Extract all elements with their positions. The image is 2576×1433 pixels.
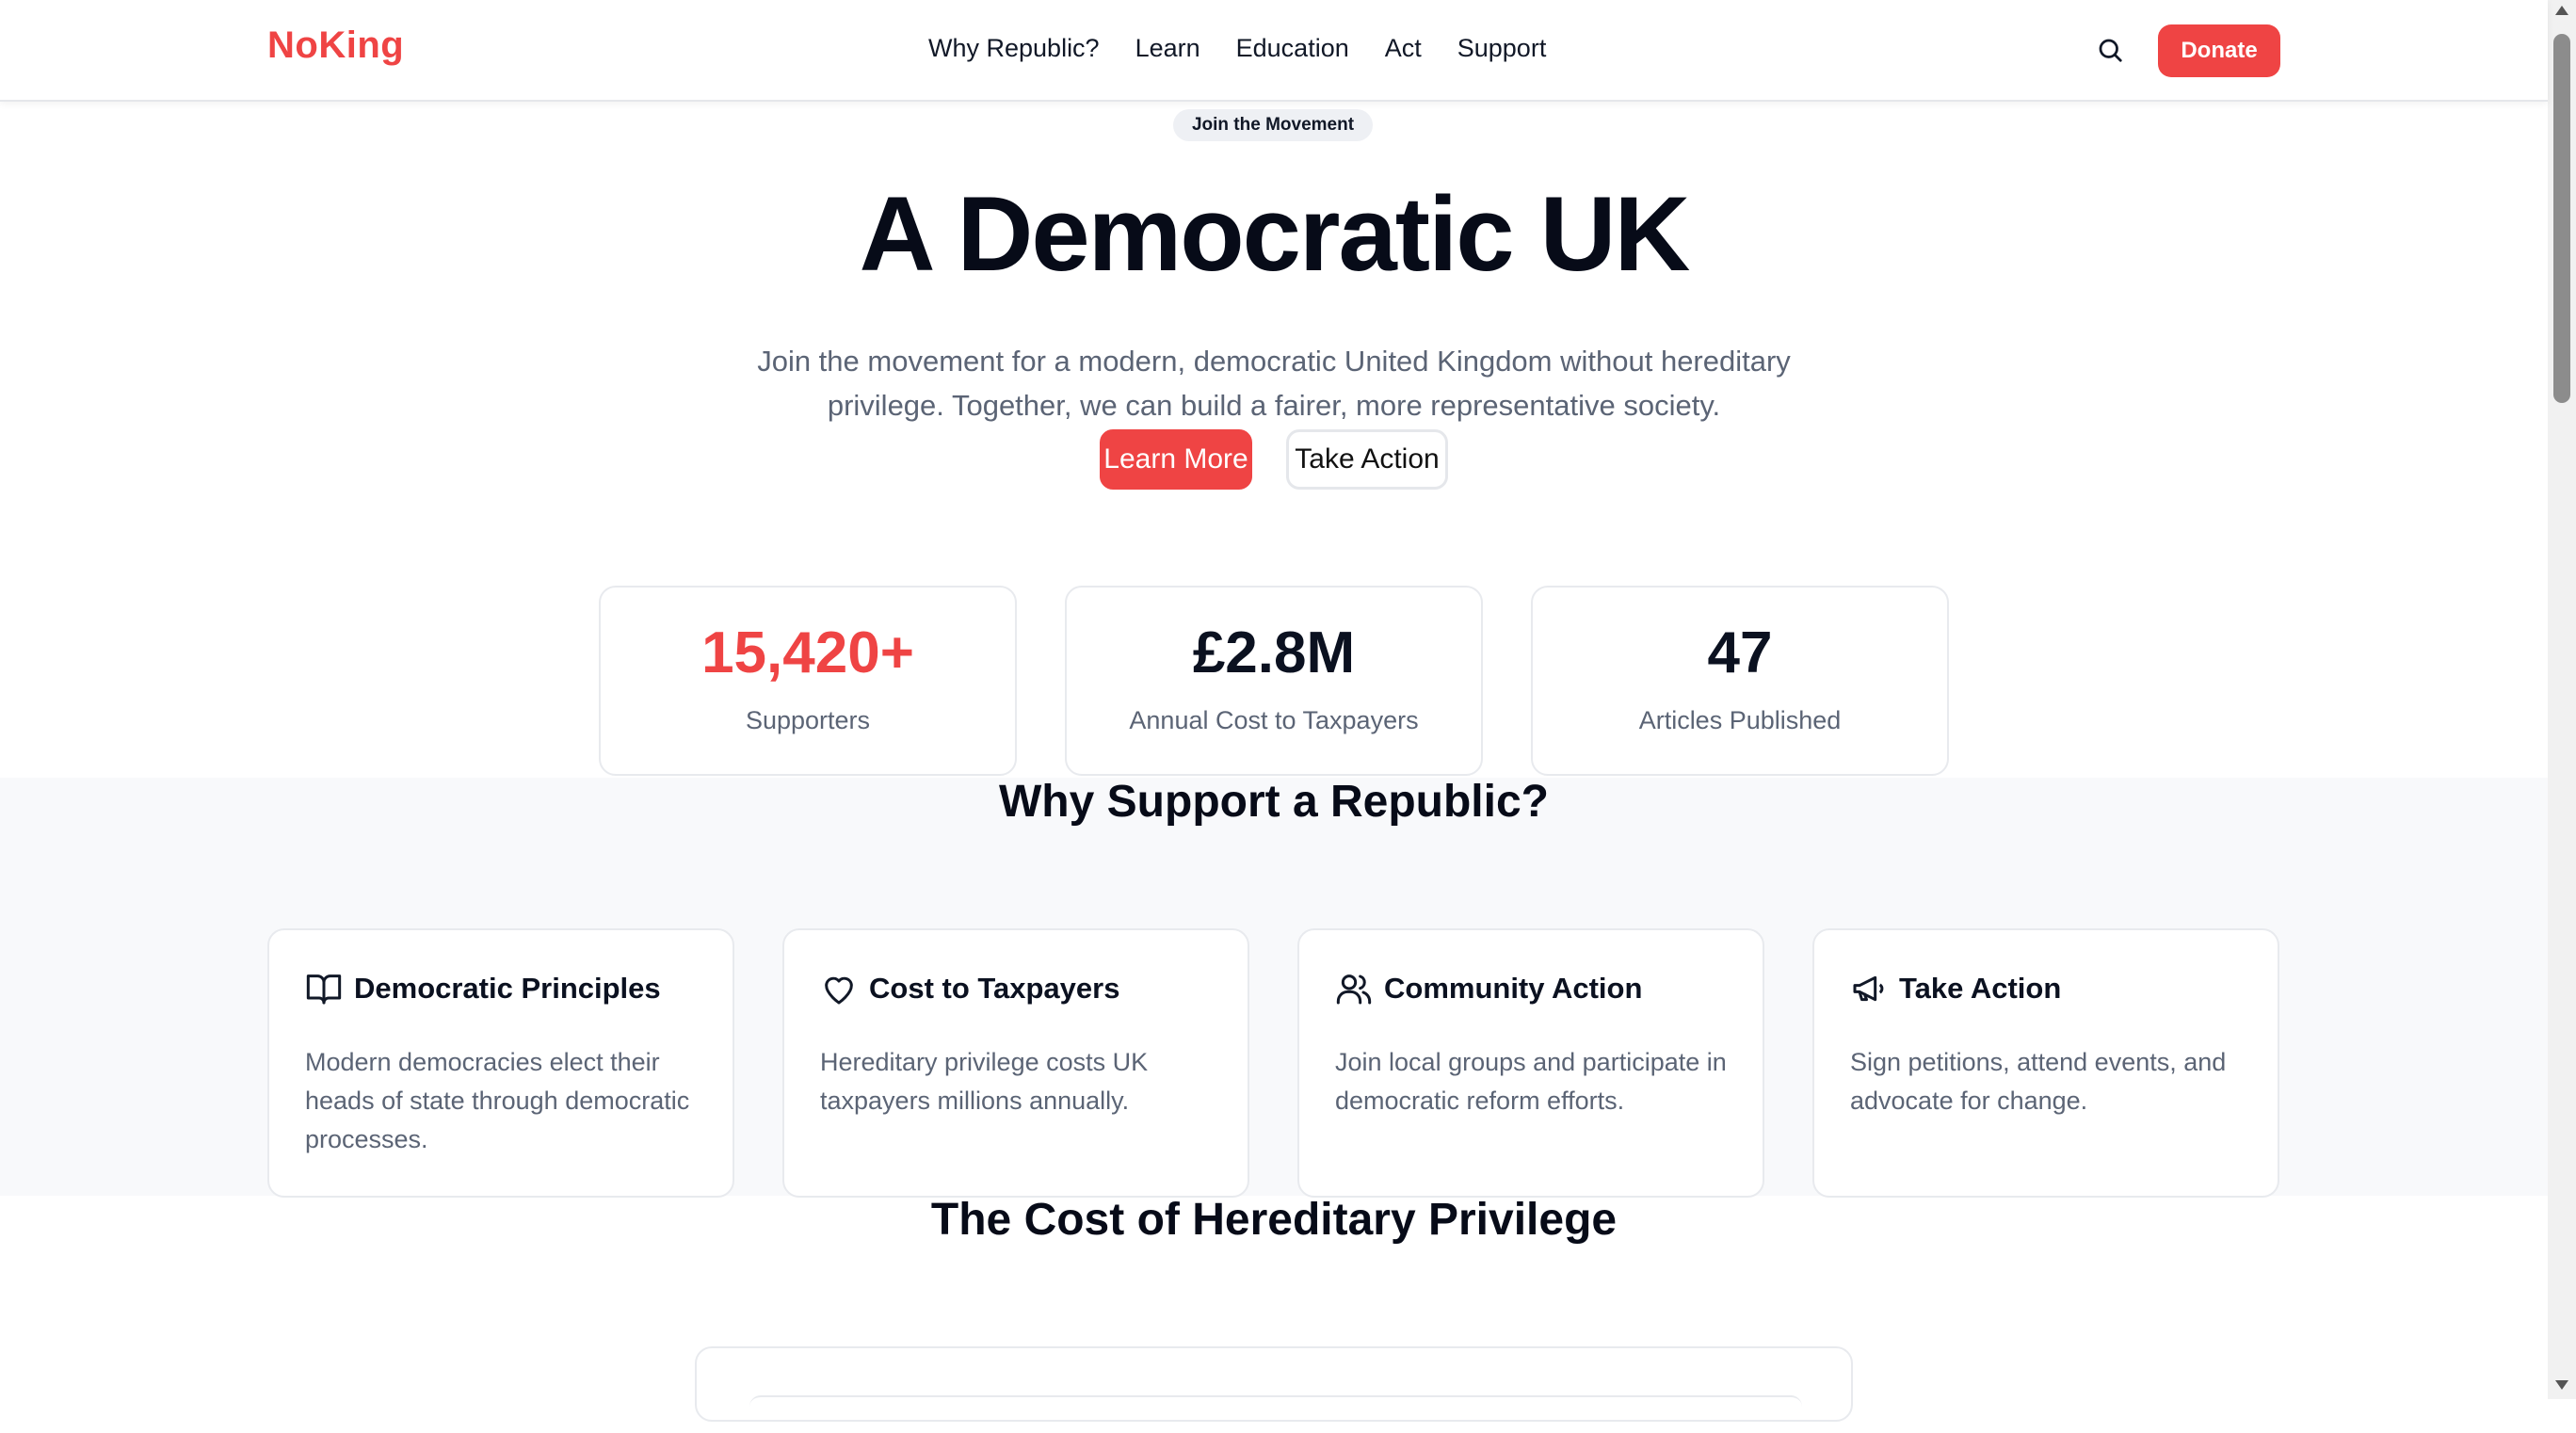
main-nav: Why Republic? Learn Education Act Suppor… [928,34,1546,63]
stat-value: 15,420+ [701,620,914,685]
feature-description: Join local groups and participate in dem… [1335,1048,1727,1115]
nav-item-support[interactable]: Support [1457,34,1547,63]
feature-title: Take Action [1899,972,2062,1005]
nav-item-act[interactable]: Act [1385,34,1422,63]
stat-card-articles: 47 Articles Published [1531,586,1949,776]
feature-description: Modern democracies elect their heads of … [305,1048,690,1153]
megaphone-icon [1853,975,1884,1002]
heart-icon [825,976,853,1005]
cost-card [695,1346,1853,1422]
cost-section-title: The Cost of Hereditary Privilege [930,1195,1618,1245]
donate-button[interactable]: Donate [2158,24,2280,77]
stat-label: Supporters [745,706,871,734]
stat-card-annual-cost: £2.8M Annual Cost to Taxpayers [1065,586,1483,776]
cost-card-inner-panel [749,1395,1802,1433]
take-action-button[interactable]: Take Action [1286,429,1448,490]
scroll-down-arrow-icon[interactable] [2555,1380,2568,1390]
book-open-icon [306,974,342,1005]
feature-title: Democratic Principles [354,972,661,1005]
why-section-title: Why Support a Republic? [999,777,1549,827]
hero-title: A Democratic UK [859,175,1691,293]
site-header: NoKing Why Republic? Learn Education Act… [0,0,2548,102]
users-icon [1336,974,1372,1005]
learn-more-button[interactable]: Learn More [1100,429,1252,490]
stat-label: Annual Cost to Taxpayers [1129,706,1419,734]
hero-badge: Join the Movement [1173,109,1373,141]
hero-subtitle-line-1: Join the movement for a modern, democrat… [757,345,1791,378]
feature-title: Community Action [1384,972,1643,1005]
feature-description: Hereditary privilege costs UK taxpayers … [820,1048,1149,1115]
feature-card-take-action: Take Action Sign petitions, attend event… [1812,928,2279,1198]
nav-item-learn[interactable]: Learn [1135,34,1200,63]
stat-value: £2.8M [1192,620,1356,685]
hero-subtitle: Join the movement for a modern, democrat… [716,339,1832,427]
stat-label: Articles Published [1638,706,1842,734]
site-logo[interactable]: NoKing [267,24,404,67]
feature-card-community-action: Community Action Join local groups and p… [1297,928,1764,1198]
search-icon[interactable] [2096,36,2124,64]
hero-subtitle-line-2: privilege. Together, we can build a fair… [827,389,1721,422]
nav-item-why-republic[interactable]: Why Republic? [928,34,1100,63]
feature-title: Cost to Taxpayers [869,972,1120,1005]
stat-value: 47 [1707,620,1773,685]
feature-card-democratic-principles: Democratic Principles Modern democracies… [267,928,734,1198]
feature-description: Sign petitions, attend events, and advoc… [1850,1048,2227,1115]
page-scrollbar[interactable] [2548,0,2576,1399]
nav-item-education[interactable]: Education [1236,34,1349,63]
feature-card-cost-to-taxpayers: Cost to Taxpayers Hereditary privilege c… [782,928,1249,1198]
scroll-thumb[interactable] [2553,34,2570,403]
stat-card-supporters: 15,420+ Supporters [599,586,1017,776]
scroll-up-arrow-icon[interactable] [2555,6,2568,15]
